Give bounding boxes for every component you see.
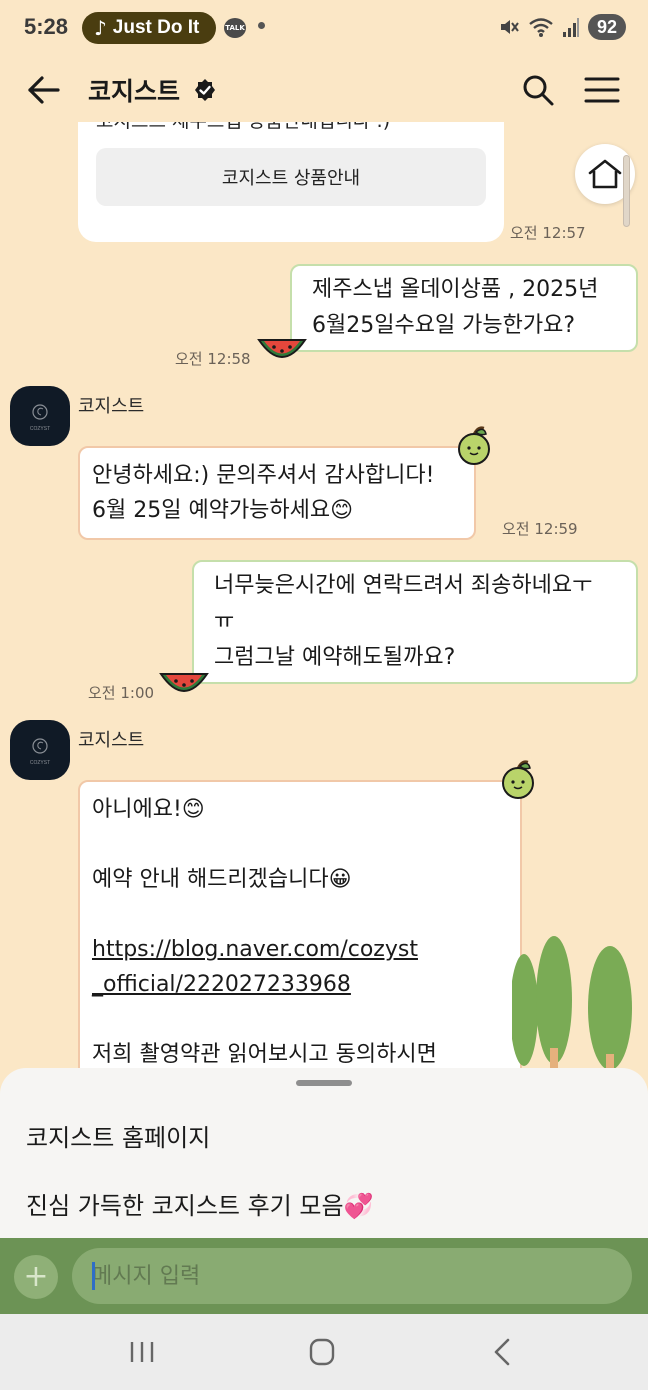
music-note-icon: ♪: [94, 16, 107, 40]
chat-title[interactable]: 코지스트: [88, 72, 180, 108]
signal-icon: [563, 18, 579, 37]
cozyst-logo-icon: COZYST: [30, 404, 50, 432]
message-line: 저희 촬영약관 읽어보시고 동의하시면: [92, 1042, 437, 1067]
sender-name: 코지스트: [78, 730, 145, 751]
status-bar: 5:28 ♪ Just Do It TALK 92: [0, 0, 648, 58]
message-line: 아니에요!😊: [92, 797, 205, 822]
blog-link[interactable]: _official/222027233968: [92, 967, 508, 1002]
green-apple-icon: [502, 760, 534, 799]
message-line: 6월 25일 예약가능하세요😊: [92, 498, 354, 523]
message-time: 오전 12:57: [510, 224, 586, 242]
incoming-message[interactable]: 아니에요!😊 예약 안내 해드리겠습니다😀 https://blog.naver…: [78, 780, 522, 1068]
home-nav-icon[interactable]: [302, 1334, 342, 1370]
blog-link[interactable]: https://blog.naver.com/cozyst: [92, 932, 508, 967]
message-line: ㅠ: [214, 609, 235, 634]
product-info-button[interactable]: 코지스트 상품안내: [96, 148, 486, 206]
chat-messages[interactable]: 코지스트 제주스냅 상품안내입니다 :) 코지스트 상품안내 오전 12:57 …: [0, 122, 648, 1068]
message-input[interactable]: [72, 1248, 632, 1304]
avatar[interactable]: COZYST: [10, 720, 70, 780]
outgoing-message[interactable]: 제주스냅 올데이상품 , 2025년 6월25일수요일 가능한가요?: [290, 264, 638, 352]
message-input-bar: +: [0, 1238, 648, 1314]
status-icons: 92: [498, 14, 626, 40]
message-time: 오전 12:58: [175, 350, 251, 368]
outgoing-message[interactable]: 너무늦은시간에 연락드려서 죄송하네요ㅜ ㅠ 그럼그날 예약해도될까요?: [192, 560, 638, 684]
plus-icon[interactable]: +: [14, 1255, 58, 1299]
message-line: 안녕하세요:) 문의주셔서 감사합니다!: [92, 463, 435, 488]
media-title: Just Do It: [112, 17, 200, 38]
background-trees-illustration: [512, 936, 632, 1068]
message-line: 제주스냅 올데이상품 , 2025년: [312, 277, 599, 302]
recent-apps-icon[interactable]: [122, 1334, 162, 1370]
avatar[interactable]: COZYST: [10, 386, 70, 446]
sheet-drag-handle[interactable]: [296, 1080, 352, 1086]
message-line: 예약 안내 해드리겠습니다😀: [92, 867, 352, 892]
wifi-icon: [529, 18, 553, 37]
back-nav-icon[interactable]: [484, 1334, 524, 1370]
status-time: 5:28: [24, 14, 69, 39]
quick-menu-homepage[interactable]: 코지스트 홈페이지: [26, 1118, 210, 1153]
card-text: 코지스트 제주스냅 상품안내입니다 :): [96, 122, 390, 133]
message-line: 너무늦은시간에 연락드려서 죄송하네요ㅜ: [214, 573, 593, 598]
chat-header: 코지스트: [0, 58, 648, 122]
scrollbar[interactable]: [623, 155, 630, 227]
incoming-message[interactable]: 안녕하세요:) 문의주셔서 감사합니다! 6월 25일 예약가능하세요😊: [78, 446, 476, 540]
svg-text:COZYST: COZYST: [30, 426, 50, 432]
message-line: 그럼그날 예약해도될까요?: [214, 645, 456, 670]
mute-icon: [501, 20, 519, 34]
message-time: 오전 12:59: [502, 520, 578, 538]
more-notifications-dot: [258, 22, 265, 29]
hamburger-menu-icon[interactable]: [582, 72, 622, 108]
home-icon: [588, 159, 622, 189]
quick-menu-sheet: 코지스트 홈페이지 진심 가득한 코지스트 후기 모음💞: [0, 1068, 648, 1240]
media-chip[interactable]: ♪ Just Do It: [82, 12, 216, 44]
message-line: 6월25일수요일 가능한가요?: [312, 313, 576, 338]
search-icon[interactable]: [520, 72, 556, 108]
watermelon-icon: [159, 673, 209, 692]
watermelon-icon: [257, 339, 307, 358]
product-info-card: 코지스트 제주스냅 상품안내입니다 :) 코지스트 상품안내: [78, 122, 504, 242]
svg-text:COZYST: COZYST: [30, 760, 50, 766]
message-time: 오전 1:00: [88, 684, 155, 702]
sender-name: 코지스트: [78, 396, 145, 417]
battery-indicator: 92: [588, 14, 626, 40]
quick-menu-reviews[interactable]: 진심 가득한 코지스트 후기 모음💞: [26, 1186, 373, 1221]
text-cursor: [92, 1262, 95, 1290]
kakaotalk-notification-icon: TALK: [224, 18, 246, 38]
back-arrow-icon[interactable]: [24, 70, 64, 110]
cozyst-logo-icon: COZYST: [30, 738, 50, 766]
verified-badge-icon: [195, 79, 215, 101]
green-apple-icon: [458, 426, 490, 465]
system-navigation-bar: [0, 1314, 648, 1390]
